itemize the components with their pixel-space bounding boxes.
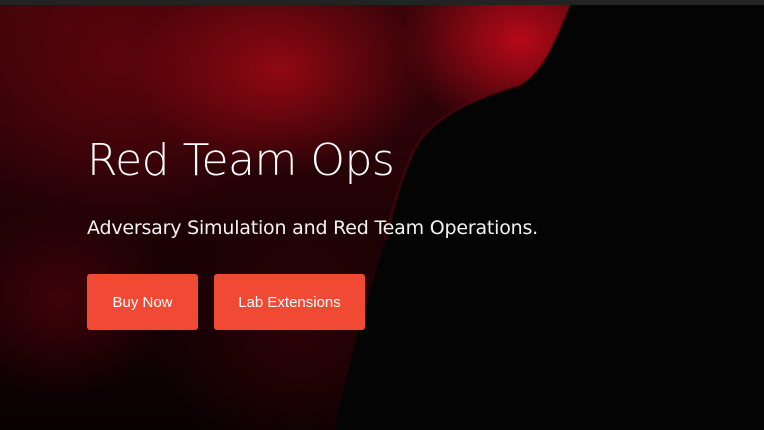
buy-now-button[interactable]: Buy Now bbox=[87, 274, 198, 330]
hero-title: Red Team Ops bbox=[87, 135, 395, 186]
hero-section: Red Team Ops Adversary Simulation and Re… bbox=[0, 0, 764, 430]
hero-buttons: Buy Now Lab Extensions bbox=[87, 274, 538, 330]
top-strip bbox=[0, 0, 764, 5]
lab-extensions-button[interactable]: Lab Extensions bbox=[214, 274, 365, 330]
hero-content: Red Team Ops Adversary Simulation and Re… bbox=[87, 130, 538, 330]
hero-subtitle: Adversary Simulation and Red Team Operat… bbox=[87, 217, 539, 239]
